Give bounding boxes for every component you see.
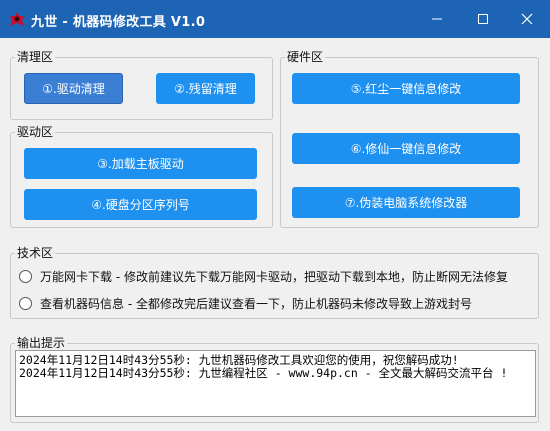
driver-group-title: 驱动区 (15, 124, 56, 140)
close-icon (521, 13, 533, 25)
fake-system-modifier-button[interactable]: ⑦.伪装电脑系统修改器 (292, 187, 520, 218)
log-line: 2024年11月12日14时43分55秒: 九世编程社区 - www.94p.c… (19, 366, 508, 380)
app-logo-icon (10, 12, 24, 26)
radio-button[interactable] (19, 296, 32, 310)
tech-group-title: 技术区 (15, 245, 56, 261)
residue-clean-button[interactable]: ②.残留清理 (156, 73, 255, 104)
output-group-title: 输出提示 (15, 335, 68, 351)
minimize-icon (432, 18, 442, 20)
netcard-download-option[interactable]: 万能网卡下载 - 修改前建议先下载万能网卡驱动，把驱动下载到本地，防止断网无法修… (19, 268, 508, 284)
driver-clean-button[interactable]: ①.驱动清理 (24, 73, 123, 104)
title-bar: 九世 - 机器码修改工具 V1.0 (0, 0, 550, 38)
minimize-button[interactable] (414, 0, 460, 38)
close-button[interactable] (504, 0, 550, 38)
radio-button[interactable] (19, 269, 32, 283)
xiuxian-oneclick-modify-button[interactable]: ⑥.修仙一键信息修改 (292, 133, 520, 164)
netcard-download-label: 万能网卡下载 - 修改前建议先下载万能网卡驱动，把驱动下载到本地，防止断网无法修… (40, 269, 508, 284)
view-machine-code-option[interactable]: 查看机器码信息 - 全都修改完后建议查看一下，防止机器码未修改导致上游戏封号 (19, 295, 472, 311)
maximize-button[interactable] (460, 0, 506, 38)
clean-group-title: 清理区 (15, 49, 56, 65)
hardware-group-title: 硬件区 (285, 49, 326, 65)
load-motherboard-driver-button[interactable]: ③.加载主板驱动 (24, 148, 257, 179)
hongchen-oneclick-modify-button[interactable]: ⑤.红尘一键信息修改 (292, 73, 520, 104)
maximize-icon (478, 14, 488, 24)
window-title: 九世 - 机器码修改工具 V1.0 (31, 15, 206, 30)
view-machine-code-label: 查看机器码信息 - 全都修改完后建议查看一下，防止机器码未修改导致上游戏封号 (40, 296, 472, 311)
disk-partition-serial-button[interactable]: ④.硬盘分区序列号 (24, 189, 257, 220)
output-log[interactable]: 2024年11月12日14时43分55秒: 九世机器码修改工具欢迎您的使用，祝您… (15, 350, 536, 417)
